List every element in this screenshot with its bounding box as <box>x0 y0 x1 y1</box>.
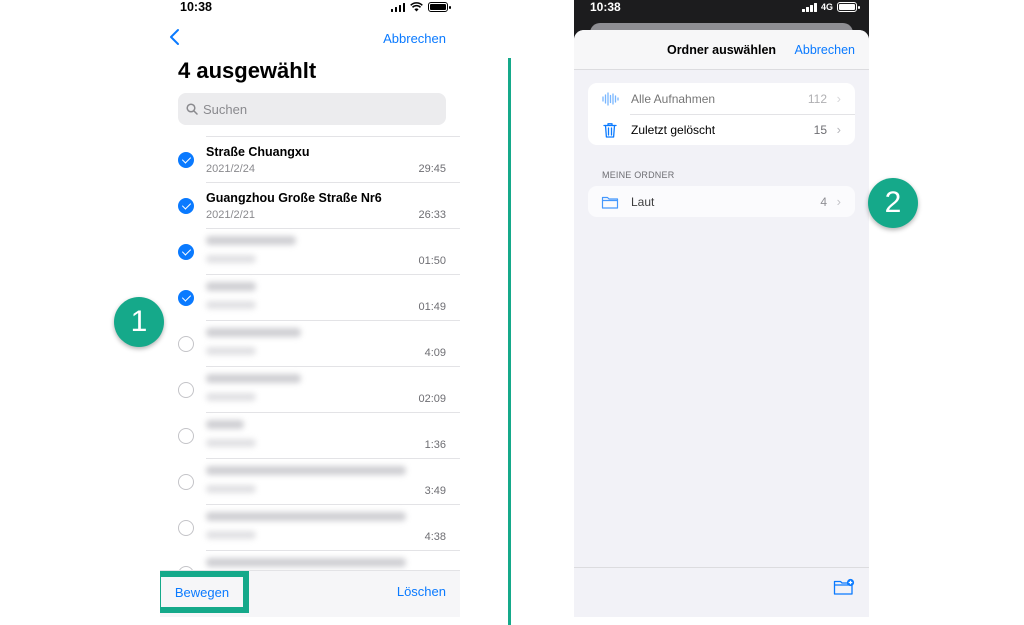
right-phone-screen: 10:38 4G Ordner auswählen Abbrechen Alle… <box>574 0 869 617</box>
blurred-name <box>206 512 406 521</box>
recording-duration: 29:45 <box>418 163 446 175</box>
status-icons <box>390 2 451 12</box>
back-chevron-icon[interactable] <box>168 28 180 49</box>
blurred-date <box>206 531 256 539</box>
system-folders-card: Alle Aufnahmen 112 › Zuletzt gelöscht 15… <box>588 83 855 145</box>
tutorial-stage: 10:38 Abbrechen 4 ausgewählt Straße Chua… <box>0 0 1024 625</box>
bottom-toolbar: Bewegen Löschen <box>160 570 460 617</box>
list-item-partial[interactable] <box>160 550 460 582</box>
move-button[interactable]: Bewegen <box>160 571 249 613</box>
recording-duration: 02:09 <box>418 393 446 405</box>
recording-name: Straße Chuangxu <box>206 145 310 159</box>
list-item[interactable]: 01:50 <box>160 228 460 274</box>
recording-duration: 26:33 <box>418 209 446 221</box>
cancel-button[interactable]: Abbrechen <box>383 31 446 46</box>
list-item[interactable]: Guangzhou Große Straße Nr6 2021/2/21 26:… <box>160 182 460 228</box>
search-bar[interactable] <box>178 93 446 125</box>
cancel-button[interactable]: Abbrechen <box>795 43 855 57</box>
folder-label: Alle Aufnahmen <box>631 92 716 106</box>
recording-duration: 01:49 <box>418 301 446 313</box>
battery-icon <box>837 2 860 12</box>
checkbox-checked[interactable] <box>178 152 194 168</box>
checkbox-checked[interactable] <box>178 244 194 260</box>
page-title: 4 ausgewählt <box>178 58 317 83</box>
section-header: MEINE ORDNER <box>602 170 675 180</box>
checkbox-unchecked[interactable] <box>178 474 194 490</box>
folder-row-all-recordings[interactable]: Alle Aufnahmen 112 › <box>588 83 855 114</box>
blurred-name <box>206 420 244 429</box>
waveform-icon <box>602 92 619 106</box>
recording-duration: 3:49 <box>424 485 446 497</box>
list-item[interactable]: Straße Chuangxu 2021/2/24 29:45 <box>160 136 460 182</box>
status-time: 10:38 <box>180 0 212 14</box>
folder-count: 15 <box>813 123 827 137</box>
recording-duration: 1:36 <box>424 439 446 451</box>
left-phone-screen: 10:38 Abbrechen 4 ausgewählt Straße Chua… <box>160 0 460 625</box>
folder-label: Laut <box>631 195 655 209</box>
status-time: 10:38 <box>590 0 621 14</box>
folder-count: 4 <box>820 195 827 209</box>
list-item[interactable]: 4:38 <box>160 504 460 550</box>
blurred-date <box>206 301 256 309</box>
new-folder-icon[interactable] <box>833 578 855 596</box>
cellular-signal-icon <box>390 2 405 12</box>
checkbox-unchecked[interactable] <box>178 336 194 352</box>
list-item[interactable]: 1:36 <box>160 412 460 458</box>
folder-label: Zuletzt gelöscht <box>631 123 716 137</box>
checkbox-checked[interactable] <box>178 198 194 214</box>
network-type: 4G <box>820 2 833 12</box>
folder-row-recently-deleted[interactable]: Zuletzt gelöscht 15 › <box>588 114 855 145</box>
checkbox-unchecked[interactable] <box>178 382 194 398</box>
cellular-signal-icon <box>802 2 817 12</box>
blurred-name <box>206 236 296 245</box>
recording-duration: 4:09 <box>424 347 446 359</box>
blurred-name <box>206 328 301 337</box>
chevron-right-icon: › <box>836 91 841 106</box>
wifi-icon <box>410 2 423 12</box>
chevron-right-icon: › <box>836 122 841 137</box>
nav-bar: Abbrechen <box>160 28 460 50</box>
blurred-date <box>206 255 256 263</box>
recordings-list: Straße Chuangxu 2021/2/24 29:45 Guangzho… <box>160 136 460 582</box>
checkbox-unchecked[interactable] <box>178 520 194 536</box>
checkbox-unchecked[interactable] <box>178 428 194 444</box>
recording-duration: 4:38 <box>424 531 446 543</box>
my-folders-card: Laut 4 › <box>588 186 855 217</box>
divider-line <box>508 58 511 625</box>
status-icons: 4G <box>802 2 860 12</box>
blurred-date <box>206 393 256 401</box>
sheet-header: Ordner auswählen Abbrechen <box>574 30 869 70</box>
list-item[interactable]: 01:49 <box>160 274 460 320</box>
chevron-right-icon: › <box>836 194 841 209</box>
blurred-date <box>206 439 256 447</box>
blurred-name <box>206 374 301 383</box>
recording-duration: 01:50 <box>418 255 446 267</box>
folder-icon <box>601 196 619 209</box>
list-item[interactable]: 02:09 <box>160 366 460 412</box>
recording-date: 2021/2/24 <box>206 163 255 175</box>
step-badge-2: 2 <box>868 178 918 228</box>
folder-row-laut[interactable]: Laut 4 › <box>588 186 855 217</box>
folder-count: 112 <box>807 92 827 106</box>
checkbox-checked[interactable] <box>178 290 194 306</box>
blurred-date <box>206 347 256 355</box>
blurred-name <box>206 558 406 567</box>
recording-name: Guangzhou Große Straße Nr6 <box>206 191 382 205</box>
delete-button[interactable]: Löschen <box>397 584 446 599</box>
bottom-toolbar <box>574 567 869 617</box>
blurred-name <box>206 466 406 475</box>
trash-icon <box>603 123 617 138</box>
list-item[interactable]: 3:49 <box>160 458 460 504</box>
recording-date: 2021/2/21 <box>206 209 255 221</box>
status-bar: 10:38 4G <box>574 0 869 14</box>
search-input[interactable] <box>203 101 433 117</box>
folder-picker-sheet: Ordner auswählen Abbrechen Alle Aufnahme… <box>574 30 869 617</box>
step-badge-1: 1 <box>114 297 164 347</box>
blurred-date <box>206 485 256 493</box>
battery-icon <box>428 2 451 12</box>
blurred-name <box>206 282 256 291</box>
search-icon <box>186 103 198 115</box>
status-bar: 10:38 <box>160 0 460 16</box>
list-item[interactable]: 4:09 <box>160 320 460 366</box>
